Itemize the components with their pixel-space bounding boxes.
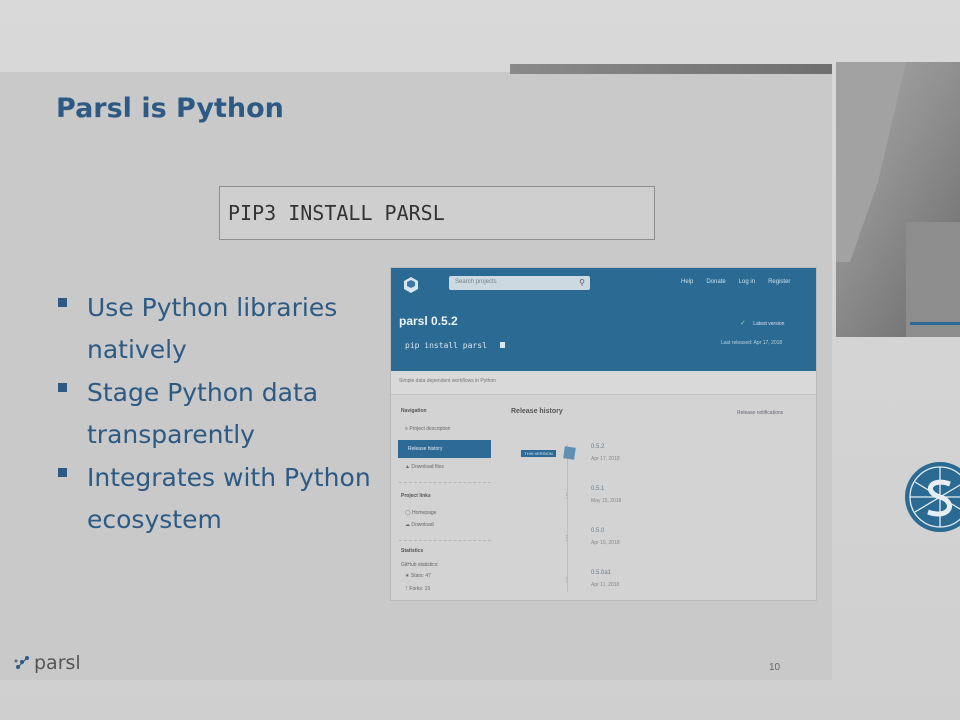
- page-number: 10: [769, 662, 781, 673]
- screen: Parsl is Python PIP3 INSTALL PARSL Use P…: [0, 0, 960, 720]
- release-version[interactable]: 0.5.1: [591, 486, 604, 492]
- timeline-line: [567, 444, 568, 592]
- webcam-background-shape: [836, 62, 906, 262]
- pypi-link-homepage[interactable]: ◯ Homepage: [405, 510, 436, 516]
- pypi-search-input[interactable]: Search projects ⚲: [449, 276, 590, 290]
- pypi-nav-register[interactable]: Register: [768, 279, 790, 285]
- copy-icon[interactable]: [499, 342, 505, 348]
- pypi-release-history-heading: Release history: [511, 408, 563, 415]
- bullet-text: Use Python libraries natively: [87, 293, 338, 364]
- pypi-header: Search projects ⚲ Help Donate Log in Reg…: [391, 268, 816, 371]
- pypi-released-date: Last released: Apr 17, 2018: [721, 340, 783, 346]
- release-version[interactable]: 0.5.2: [591, 444, 604, 450]
- pypi-nav-download-files[interactable]: ▲ Download files: [405, 464, 444, 470]
- bullet-item: Integrates with Python ecosystem: [56, 457, 376, 541]
- pypi-install-text: pip install parsl: [405, 341, 487, 350]
- webcam-blue-line: [910, 322, 960, 325]
- release-version[interactable]: 0.5.0a1: [591, 570, 611, 576]
- pypi-top-nav: Help Donate Log in Register: [681, 279, 790, 285]
- slide-title: Parsl is Python: [56, 93, 284, 124]
- pypi-nav-project-description[interactable]: ≡ Project description: [405, 426, 450, 432]
- timeline-dot-icon: ⋮: [563, 493, 570, 500]
- pypi-nav-release-history[interactable]: Release history: [398, 440, 491, 458]
- pypi-project-links-heading: Project links: [401, 493, 431, 499]
- this-version-badge: THIS VERSION: [521, 450, 556, 457]
- parsl-footer-logo: parsl: [12, 652, 81, 674]
- pypi-nav-donate[interactable]: Donate: [706, 279, 725, 285]
- pypi-summary-bar: Simple data dependent workflows in Pytho…: [391, 371, 816, 395]
- pypi-screenshot: Search projects ⚲ Help Donate Log in Reg…: [390, 267, 817, 601]
- pypi-search-placeholder: Search projects: [455, 279, 497, 285]
- pypi-latest-version[interactable]: ✓ Latest version: [740, 319, 784, 327]
- webcam-background-shape: [906, 222, 960, 337]
- pypi-nav-item-label: Project description: [409, 426, 451, 432]
- release-date: Apr 16, 2018: [591, 540, 620, 546]
- pypi-github-stats-label: GitHub statistics:: [401, 562, 439, 568]
- pypi-nav-help[interactable]: Help: [681, 279, 693, 285]
- timeline-dot-icon: ⋮: [563, 535, 570, 542]
- pypi-nav-login[interactable]: Log in: [739, 279, 755, 285]
- github-icon: ◯: [405, 510, 412, 516]
- pypi-stat-label: Forks: 15: [409, 586, 431, 592]
- bullet-item: Use Python libraries natively: [56, 287, 376, 371]
- bullet-list: Use Python libraries natively Stage Pyth…: [56, 287, 376, 542]
- bullet-text: Stage Python data transparently: [87, 378, 319, 449]
- pypi-stat-forks[interactable]: ᛉ Forks: 15: [405, 586, 430, 592]
- pypi-nav-item-label: Release history: [408, 446, 443, 452]
- slide-top-bar: [510, 64, 832, 74]
- bullet-marker-icon: [58, 298, 67, 307]
- pypi-statistics-heading: Statistics: [401, 548, 424, 554]
- search-icon[interactable]: ⚲: [579, 278, 585, 287]
- divider: [399, 540, 491, 541]
- pypi-link-label: Download: [411, 522, 434, 528]
- bullet-marker-icon: [58, 468, 67, 477]
- pypi-release-notifications-link[interactable]: Release notifications: [737, 410, 783, 416]
- pypi-project-title: parsl 0.5.2: [399, 314, 458, 328]
- bullet-text: Integrates with Python ecosystem: [87, 463, 371, 534]
- science-logo-graphic: [909, 466, 960, 528]
- pypi-link-download[interactable]: ☁ Download: [405, 522, 434, 528]
- install-code-box: PIP3 INSTALL PARSL: [219, 186, 655, 240]
- pypi-install-command: pip install parsl: [405, 341, 505, 350]
- pypi-summary: Simple data dependent workflows in Pytho…: [399, 378, 497, 384]
- science-logo-icon: [905, 462, 960, 532]
- pypi-link-label: Homepage: [412, 510, 437, 516]
- install-code-text: PIP3 INSTALL PARSL: [228, 201, 445, 225]
- pypi-stat-label: Stars: 47: [410, 573, 431, 579]
- package-icon: [563, 446, 576, 460]
- release-date: Apr 17, 2018: [591, 456, 620, 462]
- bullet-item: Stage Python data transparently: [56, 372, 376, 456]
- release-date: Apr 11, 2018: [591, 582, 620, 588]
- check-icon: ✓: [740, 320, 746, 327]
- pypi-latest-label: Latest version: [753, 321, 785, 327]
- pypi-navigation-heading: Navigation: [401, 408, 427, 414]
- webcam-video: [836, 62, 960, 337]
- pypi-nav-item-label: Download files: [411, 464, 444, 470]
- release-version[interactable]: 0.5.0: [591, 528, 604, 534]
- release-date: May 15, 2018: [591, 498, 622, 504]
- timeline-dot-icon: ⋮: [563, 577, 570, 584]
- pypi-stat-stars[interactable]: ★ Stars: 47: [405, 573, 431, 579]
- pypi-logo-icon: [404, 277, 418, 293]
- bullet-marker-icon: [58, 383, 67, 392]
- parsl-logo-icon: [14, 656, 29, 669]
- parsl-logo-text: parsl: [34, 652, 81, 674]
- divider: [399, 482, 491, 483]
